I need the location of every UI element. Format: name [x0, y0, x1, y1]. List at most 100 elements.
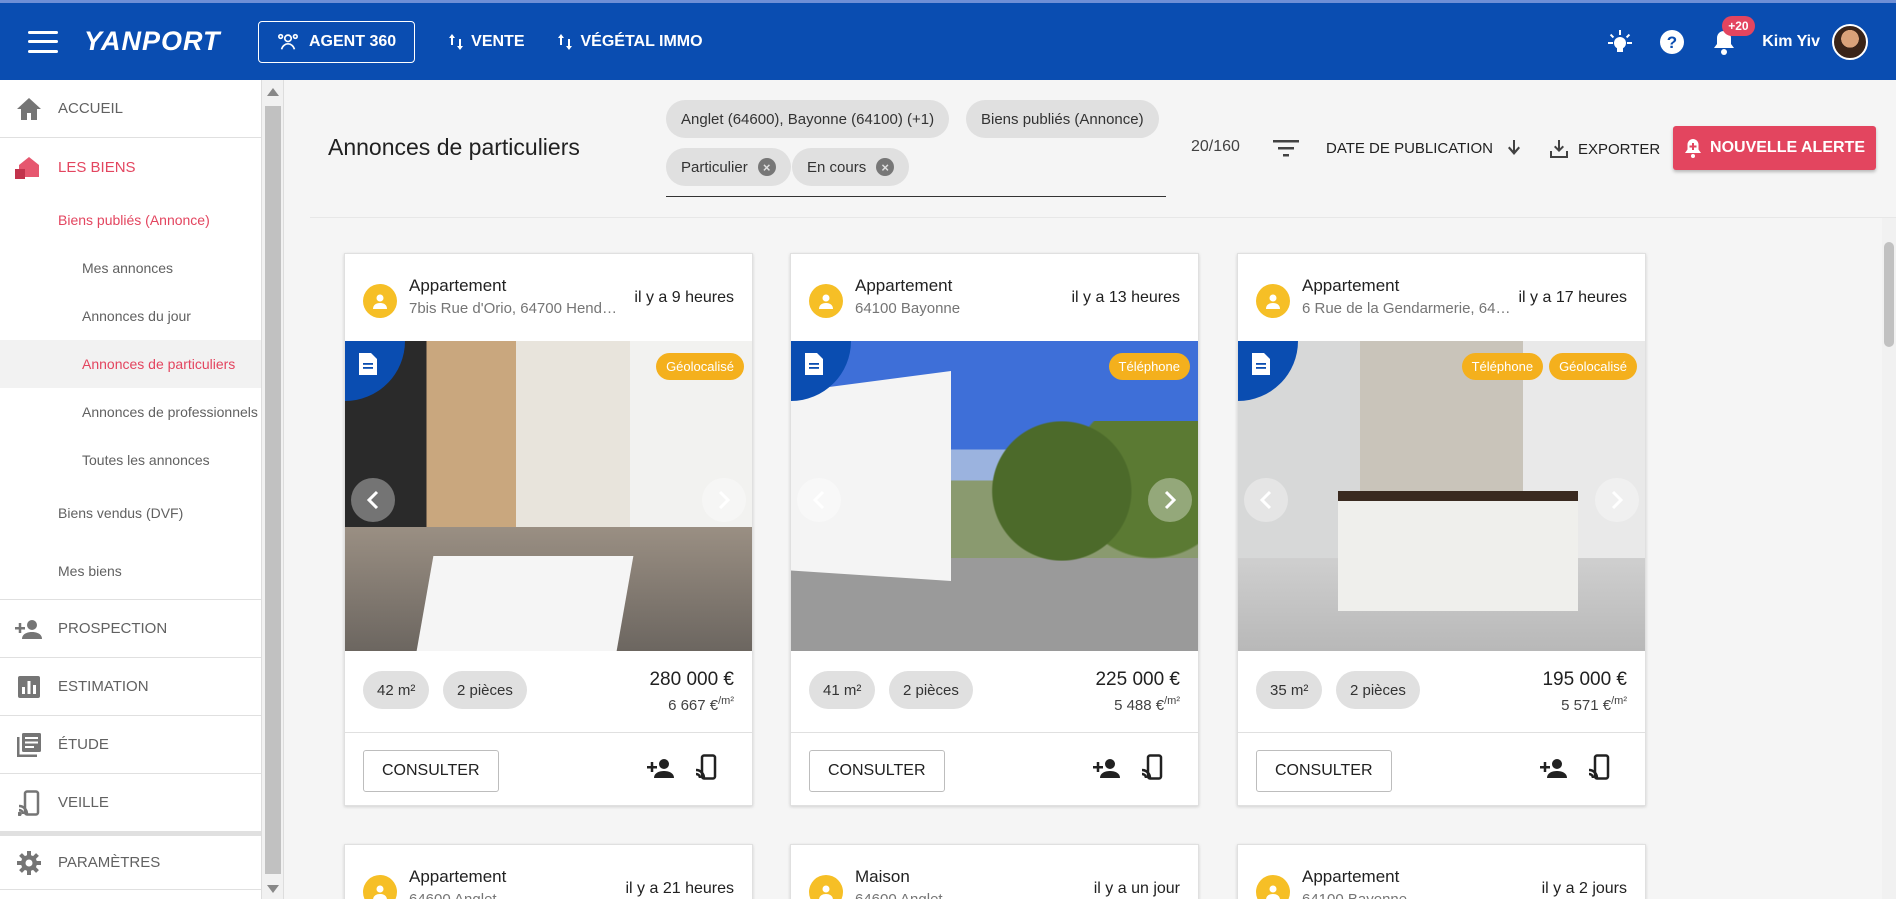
card-header: Appartement 6 Rue de la Gendarmerie, 641…	[1238, 254, 1645, 341]
cast-icon	[18, 789, 40, 816]
listing-photo[interactable]: Géolocalisé	[345, 341, 752, 651]
tag-geolocalise: Géolocalisé	[656, 353, 744, 380]
listing-photo[interactable]: Téléphone	[791, 341, 1198, 651]
card-type: Appartement	[409, 276, 507, 295]
sidebar-sub-biens-publies[interactable]: Biens publiés (Annonce)	[0, 196, 283, 244]
sidebar-sub-toutes-annonces[interactable]: Toutes les annonces	[0, 436, 283, 484]
rooms-chip: 2 pièces	[443, 671, 527, 709]
person-icon	[363, 875, 397, 899]
filter-chip-en-cours[interactable]: En cours ×	[792, 148, 910, 186]
consult-button[interactable]: CONSULTER	[363, 750, 499, 792]
card-actions: CONSULTER	[345, 734, 752, 806]
listing-photo[interactable]: Téléphone Géolocalisé	[1238, 341, 1645, 651]
swap-icon	[558, 33, 573, 50]
card-type: Appartement	[1302, 867, 1400, 886]
filter-chip-location[interactable]: Anglet (64600), Bayonne (64100) (+1)	[666, 100, 950, 138]
sidebar-sub-annonces-particuliers[interactable]: Annonces de particuliers	[0, 340, 283, 388]
nav-vegetal-immo[interactable]: VÉGÉTAL IMMO	[558, 33, 703, 51]
listing-card[interactable]: Appartement 64600 Anglet il y a 21 heure…	[344, 844, 753, 899]
sidebar-sub-mes-annonces[interactable]: Mes annonces	[0, 244, 283, 292]
notifications-icon[interactable]: +20	[1710, 15, 1755, 56]
sidebar-sub-annonces-du-jour[interactable]: Annonces du jour	[0, 292, 283, 340]
sidebar-item-prospection[interactable]: PROSPECTION	[0, 600, 283, 658]
user-name[interactable]: Kim Yiv	[1762, 33, 1820, 51]
lightbulb-icon[interactable]	[1606, 28, 1634, 56]
sort-select[interactable]: DATE DE PUBLICATION	[1326, 140, 1493, 157]
chevron-left-icon[interactable]	[1244, 478, 1288, 522]
sidebar-sub-mes-biens[interactable]: Mes biens	[0, 542, 283, 600]
listing-card[interactable]: Appartement 64100 Bayonne il y a 13 heur…	[790, 253, 1199, 806]
person-add-icon[interactable]	[1540, 758, 1568, 783]
price-per-m2: 5 488 €/m²	[1114, 695, 1180, 714]
chevron-right-icon[interactable]	[1595, 478, 1639, 522]
filter-chip-particulier[interactable]: Particulier ×	[666, 148, 791, 186]
card-address: 64600 Anglet	[409, 891, 619, 899]
new-alert-button[interactable]: NOUVELLE ALERTE	[1673, 126, 1876, 170]
filter-chip-biens-publies[interactable]: Biens publiés (Annonce)	[966, 100, 1159, 138]
listing-card[interactable]: Maison 64600 Anglet il y a un jour	[790, 844, 1199, 899]
sidebar-item-etude[interactable]: ÉTUDE	[0, 716, 283, 774]
sidebar-sub-annonces-professionnels[interactable]: Annonces de professionnels	[0, 388, 283, 436]
sidebar-item-veille[interactable]: VEILLE	[0, 774, 283, 832]
arrow-down-icon[interactable]	[1506, 138, 1522, 163]
card-actions: CONSULTER	[1238, 734, 1645, 806]
filter-chips[interactable]: Anglet (64600), Bayonne (64100) (+1) Bie…	[666, 100, 1166, 197]
notification-badge: +20	[1722, 15, 1755, 36]
chevron-left-icon[interactable]	[351, 478, 395, 522]
cast-icon[interactable]	[1141, 754, 1163, 785]
person-icon	[1256, 875, 1290, 899]
agent-360-button[interactable]: AGENT 360	[258, 20, 416, 63]
cast-icon[interactable]	[1588, 754, 1610, 785]
filter-list-icon[interactable]	[1273, 138, 1299, 163]
page-header: Annonces de particuliers Anglet (64600),…	[310, 80, 1896, 218]
person-add-icon[interactable]	[1093, 758, 1121, 783]
price: 195 000 €	[1542, 669, 1627, 690]
sidebar-scrollbar[interactable]	[261, 80, 283, 899]
results-count: 20/160	[1191, 138, 1240, 155]
listing-card[interactable]: Appartement 6 Rue de la Gendarmerie, 641…	[1237, 253, 1646, 806]
nav-vente[interactable]: VENTE	[449, 33, 524, 51]
biens-icon	[15, 157, 39, 179]
close-icon[interactable]: ×	[876, 158, 895, 176]
scroll-up-icon[interactable]	[267, 88, 279, 96]
price: 225 000 €	[1095, 669, 1180, 690]
rooms-chip: 2 pièces	[889, 671, 973, 709]
person-add-icon[interactable]	[647, 758, 675, 783]
person-icon	[809, 284, 843, 318]
cast-icon[interactable]	[695, 754, 717, 785]
listing-card[interactable]: Appartement 7bis Rue d'Orio, 64700 Henda…	[344, 253, 753, 806]
document-icon	[1238, 341, 1298, 401]
home-icon	[17, 97, 41, 120]
sidebar-item-les-biens[interactable]: LES BIENS	[0, 138, 283, 196]
chip-label: Anglet (64600), Bayonne (64100) (+1)	[681, 110, 935, 128]
consult-button[interactable]: CONSULTER	[1256, 750, 1392, 792]
card-address: 64100 Bayonne	[855, 300, 961, 317]
card-type: Appartement	[409, 867, 507, 886]
consult-button[interactable]: CONSULTER	[809, 750, 945, 792]
sidebar-scroll-thumb[interactable]	[265, 106, 281, 874]
menu-icon[interactable]	[28, 30, 58, 53]
chip-label: Particulier	[681, 158, 748, 176]
sidebar-item-parametres[interactable]: PARAMÈTRES	[0, 832, 283, 890]
help-icon[interactable]: ?	[1658, 28, 1686, 56]
export-button[interactable]: EXPORTER	[1550, 140, 1660, 158]
sidebar-item-estimation[interactable]: ESTIMATION	[0, 658, 283, 716]
sidebar-item-accueil[interactable]: ACCUEIL	[0, 80, 283, 138]
chevron-left-icon[interactable]	[797, 478, 841, 522]
chevron-right-icon[interactable]	[1148, 478, 1192, 522]
app-logo[interactable]: YANPORT	[84, 26, 229, 57]
sidebar-item-label: ESTIMATION	[58, 678, 149, 695]
content-scroll-thumb[interactable]	[1884, 242, 1894, 347]
card-address: 7bis Rue d'Orio, 64700 Hendaye	[409, 300, 619, 317]
scroll-down-icon[interactable]	[267, 885, 279, 893]
close-icon[interactable]: ×	[757, 158, 776, 176]
avatar[interactable]	[1832, 23, 1868, 60]
card-header: Appartement 7bis Rue d'Orio, 64700 Henda…	[345, 254, 752, 341]
content-scrollbar[interactable]	[1882, 218, 1896, 899]
sidebar-sub-biens-vendus[interactable]: Biens vendus (DVF)	[0, 484, 283, 542]
person-icon	[809, 875, 843, 899]
chevron-right-icon[interactable]	[702, 478, 746, 522]
listing-card[interactable]: Appartement 64100 Bayonne il y a 2 jours	[1237, 844, 1646, 899]
price-per-m2-value: 5 488 €	[1114, 697, 1165, 714]
tag-telephone: Téléphone	[1461, 353, 1544, 380]
